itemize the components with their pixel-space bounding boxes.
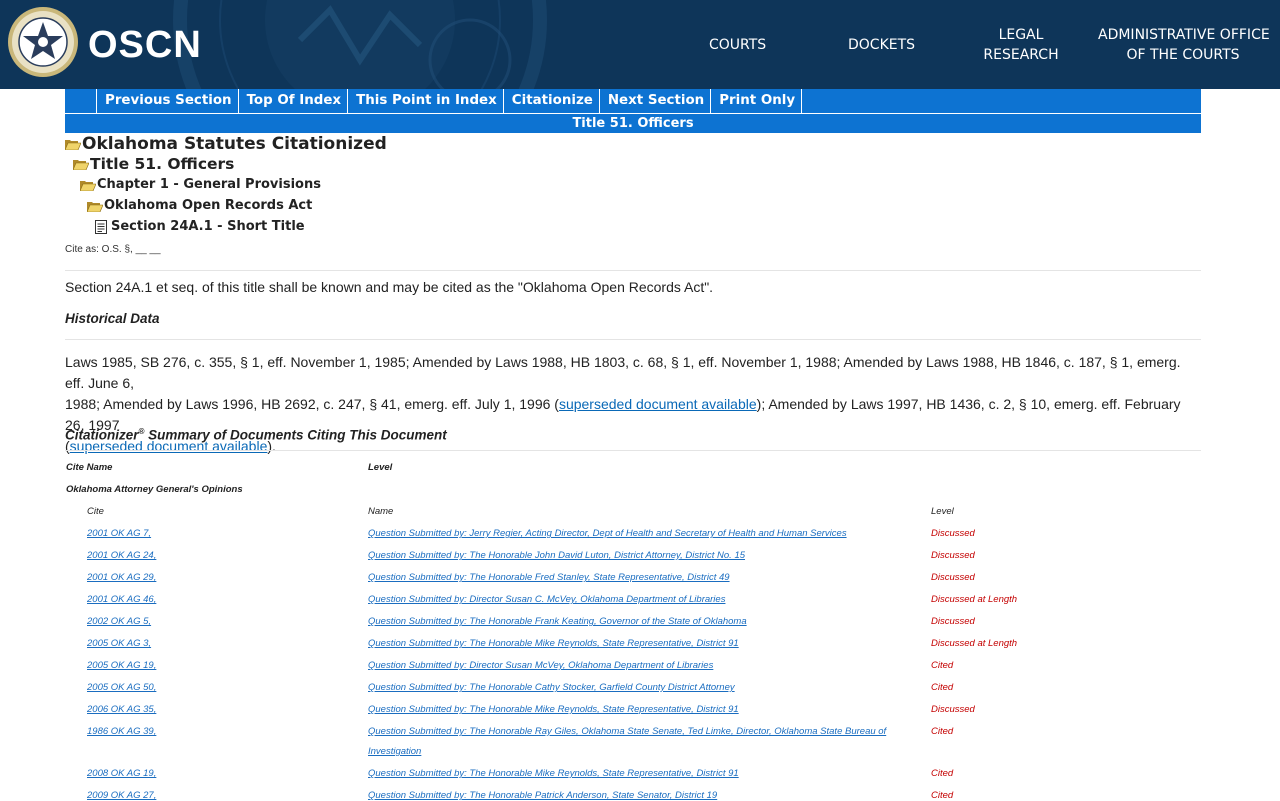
- row-name-link[interactable]: Question Submitted by: The Honorable Joh…: [368, 550, 745, 561]
- supreme-court-seal-logo[interactable]: [7, 6, 79, 78]
- divider: [65, 270, 1201, 271]
- nav-dockets[interactable]: DOCKETS: [848, 35, 915, 55]
- statute-body-text: Section 24A.1 et seq. of this title shal…: [65, 279, 714, 295]
- tree-chapter-1[interactable]: Chapter 1 - General Provisions: [80, 177, 321, 192]
- nav-legal-research-line2: RESEARCH: [983, 47, 1059, 63]
- site-header: OSCN COURTS DOCKETS LEGAL RESEARCH ADMIN…: [0, 0, 1280, 89]
- title-bar: Title 51. Officers: [65, 114, 1201, 133]
- row-cite-link[interactable]: 2005 OK AG 19,: [87, 660, 156, 671]
- row-cite-link[interactable]: 2001 OK AG 24,: [87, 550, 156, 561]
- row-cite-link[interactable]: 2009 OK AG 27,: [87, 790, 156, 801]
- row-level: Discussed: [931, 572, 975, 583]
- citationizer-heading: Citationizer® Summary of Documents Citin…: [65, 427, 447, 443]
- group-heading: Oklahoma Attorney General's Opinions: [66, 484, 243, 495]
- row-name-link[interactable]: Question Submitted by: The Honorable Fra…: [368, 616, 747, 627]
- row-cite-link[interactable]: 2006 OK AG 35,: [87, 704, 156, 715]
- row-level: Discussed at Length: [931, 638, 1018, 649]
- open-folder-icon: [87, 201, 103, 212]
- this-point-in-index-button[interactable]: This Point in Index: [348, 89, 504, 113]
- citationizer-title-rest: Summary of Documents Citing This Documen…: [144, 427, 447, 443]
- open-folder-icon: [80, 180, 96, 191]
- row-level: Cited: [931, 682, 954, 693]
- divider: [65, 450, 1201, 451]
- previous-section-button[interactable]: Previous Section: [97, 89, 239, 113]
- tree-open-records-act[interactable]: Oklahoma Open Records Act: [87, 198, 312, 213]
- tree-title-51[interactable]: Title 51. Officers: [73, 155, 234, 173]
- citationize-button[interactable]: Citationize: [504, 89, 600, 113]
- col-level-header: Level: [368, 462, 393, 473]
- toolbar-spacer: [65, 89, 97, 113]
- row-level: Discussed at Length: [931, 594, 1018, 605]
- tree-label: Section 24A.1 - Short Title: [111, 219, 305, 234]
- nav-courts[interactable]: COURTS: [709, 35, 766, 55]
- row-cite-link[interactable]: 2008 OK AG 19,: [87, 768, 156, 779]
- row-cite-link[interactable]: 2001 OK AG 29,: [87, 572, 156, 583]
- cite-as-text: Cite as: O.S. §, __ __: [65, 244, 161, 255]
- historical-line-1: Laws 1985, SB 276, c. 355, § 1, eff. Nov…: [65, 354, 1181, 391]
- print-only-button[interactable]: Print Only: [711, 89, 803, 113]
- tree-label: Title 51. Officers: [90, 155, 235, 173]
- tree-label: Chapter 1 - General Provisions: [97, 177, 321, 192]
- row-cite-link[interactable]: 2001 OK AG 46,: [87, 594, 156, 605]
- row-cite-link[interactable]: 2002 OK AG 5,: [87, 616, 151, 627]
- nav-aoc-line1: ADMINISTRATIVE OFFICE: [1098, 27, 1270, 43]
- row-name-link[interactable]: Question Submitted by: The Honorable Pat…: [368, 790, 717, 801]
- row-cite-link[interactable]: 1986 OK AG 39,: [87, 726, 156, 737]
- document-icon: [95, 219, 107, 234]
- site-brand-logo[interactable]: OSCN: [88, 24, 202, 67]
- historical-text: 1988; Amended by Laws 1996, HB 2692, c. …: [65, 396, 559, 412]
- row-name-link[interactable]: Question Submitted by: Director Susan Mc…: [368, 660, 713, 671]
- row-name-link[interactable]: Question Submitted by: The Honorable Mik…: [368, 704, 739, 715]
- open-folder-icon: [73, 160, 89, 170]
- row-level: Discussed: [931, 550, 975, 561]
- row-level: Discussed: [931, 704, 975, 715]
- row-name-link[interactable]: Question Submitted by: Jerry Regier, Act…: [368, 528, 847, 539]
- nav-aoc-line2: OF THE COURTS: [1126, 47, 1240, 63]
- historical-data-heading: Historical Data: [65, 311, 160, 326]
- row-cite-link[interactable]: 2005 OK AG 3,: [87, 638, 151, 649]
- tree-section-24a1[interactable]: Section 24A.1 - Short Title: [95, 219, 305, 234]
- sub-col-name: Name: [368, 506, 394, 517]
- sub-col-level: Level: [931, 506, 954, 517]
- row-cite-link[interactable]: 2005 OK AG 50,: [87, 682, 156, 693]
- row-level: Discussed: [931, 528, 975, 539]
- row-level: Cited: [931, 768, 954, 779]
- citationizer-title: Citationizer: [65, 427, 139, 443]
- nav-legal-research[interactable]: LEGAL RESEARCH: [974, 25, 1068, 65]
- superseded-document-link[interactable]: superseded document available: [559, 396, 757, 412]
- row-level: Cited: [931, 790, 954, 801]
- row-level: Discussed: [931, 616, 975, 627]
- next-section-button[interactable]: Next Section: [600, 89, 712, 113]
- section-toolbar: Previous Section Top Of Index This Point…: [65, 89, 1201, 113]
- divider: [65, 339, 1201, 340]
- row-level: Cited: [931, 660, 954, 671]
- row-name-link[interactable]: Question Submitted by: The Honorable Fre…: [368, 572, 730, 583]
- top-of-index-button[interactable]: Top Of Index: [239, 89, 349, 113]
- row-name-link[interactable]: Question Submitted by: The Honorable Ray…: [368, 726, 886, 737]
- sub-col-cite: Cite: [87, 506, 104, 517]
- tree-oklahoma-statutes[interactable]: Oklahoma Statutes Citationized: [65, 134, 387, 154]
- row-cite-link[interactable]: 2001 OK AG 7,: [87, 528, 151, 539]
- open-folder-icon: [65, 140, 81, 150]
- row-name-link[interactable]: Question Submitted by: The Honorable Mik…: [368, 638, 739, 649]
- tree-label: Oklahoma Statutes Citationized: [82, 134, 387, 154]
- row-name-link[interactable]: Question Submitted by: The Honorable Cat…: [368, 682, 735, 693]
- row-level: Cited: [931, 726, 954, 737]
- row-name-link[interactable]: Question Submitted by: Director Susan C.…: [368, 594, 725, 605]
- row-name-link-continued[interactable]: Investigation: [368, 746, 421, 757]
- nav-administrative-office[interactable]: ADMINISTRATIVE OFFICE OF THE COURTS: [1098, 25, 1270, 65]
- row-name-link[interactable]: Question Submitted by: The Honorable Mik…: [368, 768, 739, 779]
- col-cite-name-header: Cite Name: [66, 462, 113, 473]
- nav-legal-research-line1: LEGAL: [998, 27, 1044, 43]
- tree-label: Oklahoma Open Records Act: [104, 198, 313, 213]
